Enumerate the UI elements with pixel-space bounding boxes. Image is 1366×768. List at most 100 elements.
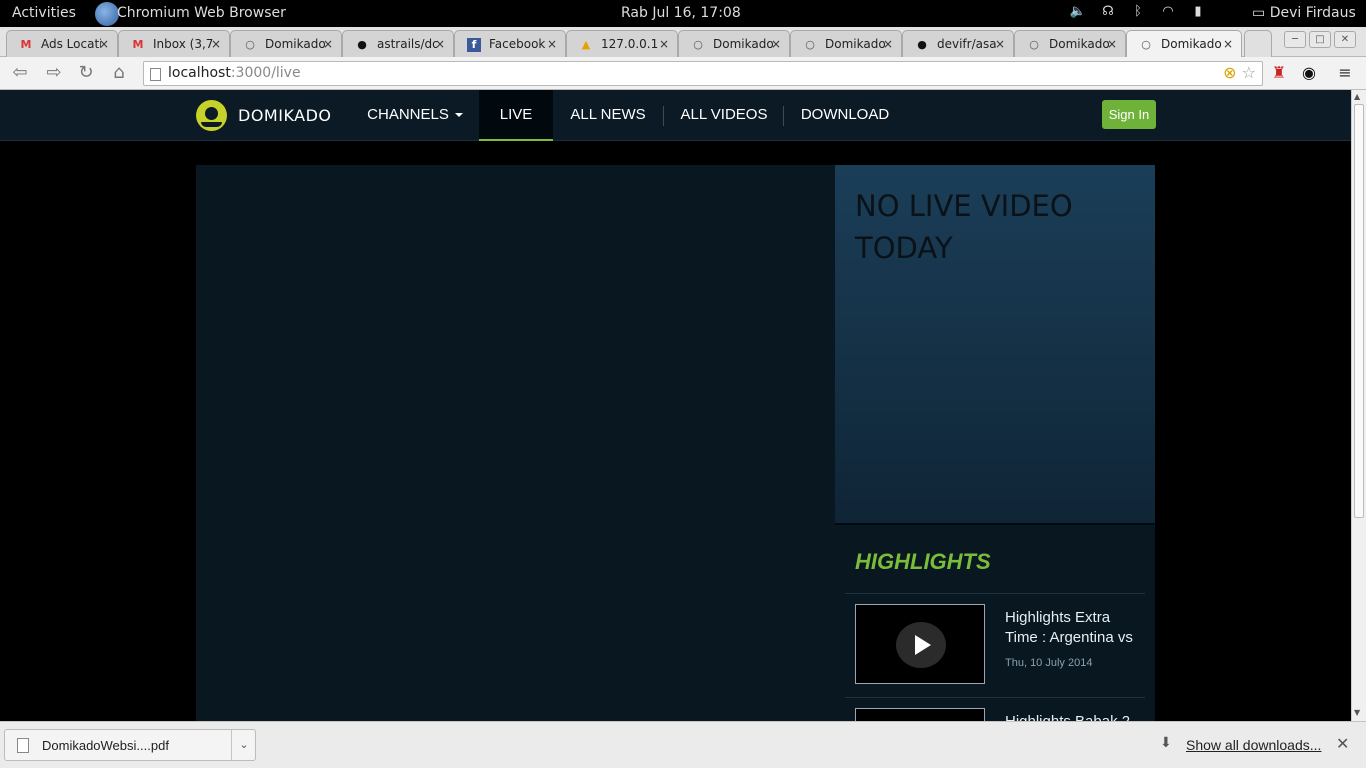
gmail-icon: M (20, 38, 32, 51)
scroll-down-icon[interactable]: ▼ (1354, 708, 1360, 717)
close-icon[interactable]: × (883, 37, 893, 51)
browser-tab[interactable]: ● devifr/asan × (902, 30, 1014, 57)
domikado-favicon-icon: ○ (245, 38, 255, 51)
domikado-favicon-icon: ○ (805, 38, 815, 51)
highlight-item[interactable]: Highlights Extra Time : Argentina vs Thu… (845, 594, 1145, 698)
page-viewport: DOMIKADO CHANNELS LIVE ALL NEWS ALL VIDE… (0, 90, 1351, 721)
caret-down-icon (454, 113, 463, 118)
page-icon (150, 68, 161, 81)
close-icon[interactable]: × (995, 37, 1005, 51)
highlight-title[interactable]: Highlights Babak 2 (1005, 712, 1145, 721)
chat-icon: ▭ (1252, 5, 1266, 21)
video-player-area[interactable] (196, 165, 835, 721)
nav-all-news[interactable]: ALL NEWS (563, 90, 653, 141)
play-icon[interactable] (896, 622, 946, 668)
domikado-favicon-icon: ○ (693, 38, 703, 51)
scrollbar-thumb[interactable] (1354, 104, 1364, 518)
github-icon: ● (357, 38, 367, 51)
home-icon[interactable]: ⌂ (107, 62, 131, 84)
system-tray[interactable]: 🔈 ☊ ᛒ ◠ ▮ (1068, 4, 1218, 19)
browser-tab[interactable]: ○ Domikado × (1014, 30, 1126, 57)
url-path: :3000/live (230, 65, 301, 81)
close-icon[interactable]: × (435, 37, 445, 51)
url-host: localhost (168, 65, 231, 81)
download-arrow-icon: ⬇ (1160, 735, 1172, 751)
browser-tab[interactable]: ▲ 127.0.0.1 × (566, 30, 678, 57)
extension-owl-icon[interactable]: ◉ (1298, 63, 1320, 85)
nav-download[interactable]: DOWNLOAD (795, 90, 895, 141)
gmail-icon: M (132, 38, 144, 51)
browser-tab[interactable]: ○ Domikado × (230, 30, 342, 57)
forward-icon[interactable]: ⇨ (42, 62, 66, 84)
close-icon[interactable]: × (211, 37, 221, 51)
battery-icon[interactable]: ▮ (1188, 4, 1208, 19)
domikado-favicon-icon: ○ (1141, 38, 1151, 51)
browser-tab[interactable]: f Facebook × (454, 30, 566, 57)
new-tab-button[interactable] (1244, 30, 1272, 57)
nav-live[interactable]: LIVE (479, 90, 553, 141)
browser-tab[interactable]: M Ads Locatio × (6, 30, 118, 57)
tab-label: 127.0.0.1 (601, 37, 659, 51)
show-all-downloads-link[interactable]: Show all downloads... (1186, 737, 1321, 753)
browser-tab[interactable]: ● astrails/do × (342, 30, 454, 57)
headphones-icon[interactable]: ☊ (1098, 4, 1118, 19)
nav-label: CHANNELS (367, 106, 449, 123)
close-icon[interactable]: × (1107, 37, 1117, 51)
volume-icon[interactable]: 🔈 (1068, 4, 1088, 19)
close-window-icon[interactable]: ✕ (1334, 31, 1356, 48)
domikado-logo-icon[interactable] (196, 100, 227, 131)
video-thumbnail[interactable] (855, 604, 985, 684)
tab-label: Domikado (713, 37, 773, 51)
minimize-icon[interactable]: ─ (1284, 31, 1306, 48)
tab-label: Domikado (1161, 37, 1221, 51)
close-icon[interactable]: × (771, 37, 781, 51)
highlight-date: Thu, 10 July 2014 (1005, 657, 1093, 669)
nav-all-videos[interactable]: ALL VIDEOS (674, 90, 774, 141)
clock[interactable]: Rab Jul 16, 17:08 (621, 5, 741, 21)
browser-toolbar: ⇦ ⇨ ↻ ⌂ localhost:3000/live ⊗ ☆ ♜ ◉ ≡ (0, 57, 1366, 90)
chromium-app-icon (95, 2, 119, 26)
close-icon[interactable]: × (99, 37, 109, 51)
download-item[interactable]: DomikadoWebsi....pdf ⌄ (4, 729, 256, 761)
address-bar[interactable]: localhost:3000/live ⊗ ☆ (143, 61, 1263, 86)
reload-icon[interactable]: ↻ (74, 62, 98, 84)
nav-divider (663, 106, 664, 126)
nav-channels[interactable]: CHANNELS (362, 90, 468, 141)
browser-tab[interactable]: ○ Domikado × (678, 30, 790, 57)
extension-icon[interactable]: ♜ (1268, 63, 1290, 85)
highlights-heading: HIGHLIGHTS (855, 549, 991, 574)
sign-in-button[interactable]: Sign In (1102, 100, 1156, 129)
wifi-icon[interactable]: ◠ (1158, 4, 1178, 19)
user-menu[interactable]: ▭ Devi Firdaus (1252, 5, 1356, 21)
browser-tab[interactable]: M Inbox (3,7 × (118, 30, 230, 57)
browser-tab-active[interactable]: ○ Domikado × (1126, 30, 1242, 57)
close-icon[interactable]: × (547, 37, 557, 51)
nav-label: DOWNLOAD (800, 106, 890, 123)
close-icon[interactable]: × (659, 37, 669, 51)
scroll-up-icon[interactable]: ▲ (1354, 92, 1360, 101)
app-menu-button[interactable]: Chromium Web Browser (117, 5, 286, 21)
chevron-down-icon[interactable]: ⌄ (231, 730, 256, 760)
bookmark-star-icon[interactable]: ☆ (1242, 63, 1256, 82)
close-icon[interactable]: × (1223, 37, 1233, 51)
phpmyadmin-icon: ▲ (581, 38, 591, 51)
blocked-content-icon[interactable]: ⊗ (1223, 63, 1236, 82)
close-icon[interactable]: ✕ (1336, 734, 1349, 753)
maximize-icon[interactable]: □ (1309, 31, 1331, 48)
highlight-title[interactable]: Highlights Extra Time : Argentina vs (1005, 608, 1145, 648)
video-thumbnail[interactable] (855, 708, 985, 721)
bluetooth-icon[interactable]: ᛒ (1128, 4, 1148, 19)
system-top-bar: Activities Chromium Web Browser Rab Jul … (0, 0, 1366, 27)
activities-button[interactable]: Activities (12, 5, 76, 21)
tab-label: Facebook (489, 37, 546, 51)
domikado-favicon-icon: ○ (1029, 38, 1039, 51)
highlight-item[interactable]: Highlights Babak 2 (845, 698, 1145, 721)
vertical-scrollbar[interactable]: ▲ ▼ (1351, 90, 1366, 721)
back-icon[interactable]: ⇦ (8, 62, 32, 84)
nav-divider (783, 106, 784, 126)
site-logo-text[interactable]: DOMIKADO (238, 106, 332, 125)
facebook-icon: f (467, 38, 481, 52)
browser-tab[interactable]: ○ Domikado × (790, 30, 902, 57)
close-icon[interactable]: × (323, 37, 333, 51)
menu-icon[interactable]: ≡ (1334, 63, 1356, 85)
